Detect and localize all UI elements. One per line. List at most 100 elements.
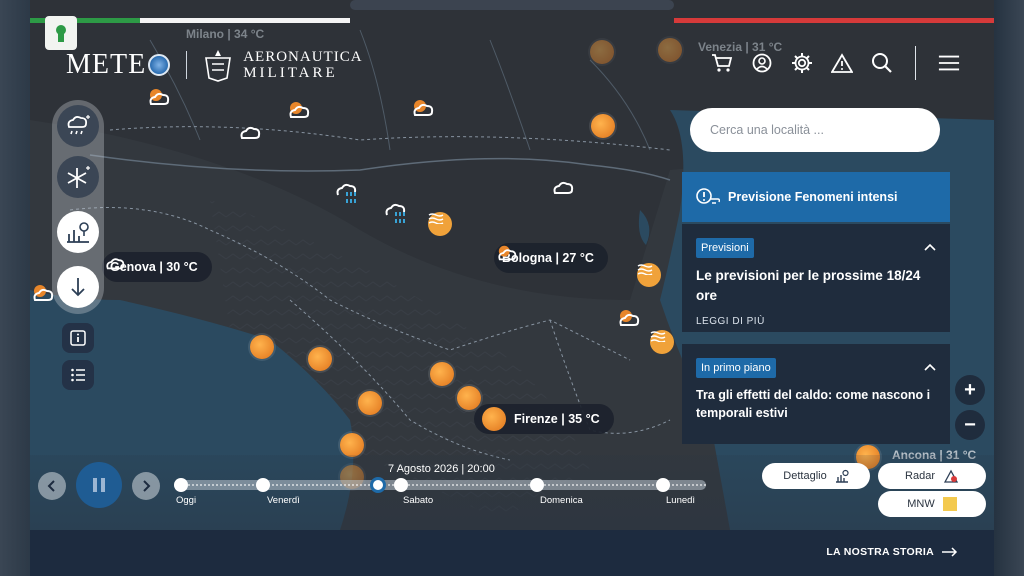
radar-button[interactable]: Radar [878, 463, 986, 489]
map-chart-icon [67, 222, 89, 243]
download-button[interactable] [57, 266, 99, 308]
logo-aeronautica: AERONAUTICA MILITARE [243, 49, 362, 81]
forecast-card[interactable]: Previsioni Le previsioni per le prossime… [682, 224, 950, 332]
timeline-day-marker[interactable] [256, 478, 270, 492]
emblem-icon [205, 50, 232, 82]
panel-title: Previsione Fenomeni intensi [728, 190, 898, 204]
city-label-bologna[interactable]: Bologna | 27 °C [494, 243, 608, 273]
featured-card[interactable]: In primo piano Tra gli effetti del caldo… [682, 344, 950, 444]
mnw-label: MNW [907, 498, 935, 510]
search-input[interactable]: Cerca una località ... [690, 108, 940, 152]
detail-button[interactable]: Dettaglio [762, 463, 870, 489]
mnw-swatch [942, 497, 957, 511]
logo-meteo-text: METE [66, 49, 147, 80]
timeline-day-marker[interactable] [174, 478, 188, 492]
logo-am-line1: AERONAUTICA [243, 49, 363, 65]
cloud-icon [106, 258, 125, 270]
partly-cloudy-icon[interactable] [616, 307, 642, 329]
user-icon[interactable] [751, 52, 773, 74]
header-divider [915, 46, 916, 80]
list-icon [71, 368, 85, 382]
play-pause-button[interactable] [76, 462, 122, 508]
haze-marker[interactable] [650, 330, 674, 354]
info-icon [70, 330, 86, 346]
timeline-handle[interactable] [370, 477, 386, 493]
city-name: Firenze | 35 °C [514, 412, 600, 426]
cloud-icon[interactable] [237, 120, 263, 142]
sun-marker[interactable] [358, 391, 382, 415]
read-more-link[interactable]: LEGGI DI PIÙ [696, 316, 936, 327]
sun-marker[interactable] [250, 335, 274, 359]
pause-icon [93, 478, 105, 492]
site-logo[interactable]: METE AERONAUTICA MILITARE [66, 48, 363, 82]
detail-label: Dettaglio [783, 470, 827, 482]
cart-icon[interactable] [711, 52, 733, 74]
sun-marker[interactable] [590, 40, 614, 64]
search-icon[interactable] [871, 52, 893, 74]
timeline-day-marker[interactable] [656, 478, 670, 492]
chevron-up-icon[interactable] [924, 242, 936, 254]
our-story-link[interactable]: LA NOSTRA STORIA [826, 546, 958, 558]
sun-marker[interactable] [430, 362, 454, 386]
radar-label: Radar [905, 470, 935, 482]
zoom-in-button[interactable]: + [955, 375, 985, 405]
timeline-next-button[interactable] [132, 472, 160, 500]
city-label-firenze[interactable]: Firenze | 35 °C [474, 404, 614, 434]
footer-link-label: LA NOSTRA STORIA [826, 546, 934, 558]
globe-icon [148, 54, 171, 76]
intense-phenomena-header[interactable]: Previsione Fenomeni intensi [682, 172, 950, 222]
rain-snow-icon [67, 115, 90, 135]
sun-marker[interactable] [658, 38, 682, 62]
partly-cloudy-icon[interactable] [410, 97, 436, 119]
logo-meteo: METE [66, 49, 171, 81]
layer-stations-button[interactable] [57, 211, 99, 253]
timeline-day-label[interactable]: Oggi [176, 495, 196, 506]
card-title: Tra gli effetti del caldo: come nascono … [696, 388, 931, 420]
sun-marker[interactable] [340, 433, 364, 457]
info-button[interactable] [62, 323, 94, 353]
chevron-right-icon [143, 480, 151, 492]
rain-cloud-icon[interactable] [333, 180, 363, 206]
card-badge: Previsioni [696, 238, 754, 258]
rain-cloud-icon[interactable] [382, 200, 412, 226]
zoom-out-button[interactable]: − [955, 410, 985, 440]
haze-marker[interactable] [428, 212, 452, 236]
timeline-day-marker[interactable] [394, 478, 408, 492]
timeline-slider[interactable] [174, 477, 706, 493]
map-label-milano: Milano | 34 °C [186, 27, 265, 41]
menu-icon[interactable] [938, 52, 960, 74]
timeline-day-label[interactable]: Venerdì [267, 495, 300, 506]
timeline-day-label[interactable]: Domenica [540, 495, 583, 506]
radar-icon [943, 469, 959, 483]
chevron-up-icon[interactable] [924, 362, 936, 374]
legend-button[interactable] [62, 360, 94, 390]
cloud-icon[interactable] [550, 175, 576, 197]
warning-icon[interactable] [831, 52, 853, 74]
sun-marker[interactable] [308, 347, 332, 371]
partly-cloudy-icon[interactable] [146, 86, 172, 108]
layer-snow-button[interactable] [57, 156, 99, 198]
header-toolbar [711, 46, 960, 80]
haze-marker[interactable] [637, 263, 661, 287]
arrow-down-icon [71, 278, 85, 297]
mnw-button[interactable]: MNW [878, 491, 986, 517]
timeline-day-marker[interactable] [530, 478, 544, 492]
accessibility-button[interactable] [45, 16, 77, 50]
layer-rain-button[interactable] [57, 105, 99, 147]
partly-cloudy-icon[interactable] [286, 99, 312, 121]
keyhole-icon [56, 25, 66, 42]
logo-am-line2: MILITARE [243, 65, 338, 81]
alert-wind-icon [696, 188, 720, 204]
sun-marker[interactable] [457, 386, 481, 410]
card-badge: In primo piano [696, 358, 776, 378]
timeline-day-label[interactable]: Sabato [403, 495, 433, 506]
gear-icon[interactable] [791, 52, 813, 74]
timeline-day-label[interactable]: Lunedì [666, 495, 695, 506]
page-footer: LA NOSTRA STORIA [30, 530, 994, 576]
city-label-genova[interactable]: Genova | 30 °C [102, 252, 212, 282]
partly-cloudy-icon [498, 245, 517, 261]
snowflake-icon [67, 166, 90, 188]
timeline-prev-button[interactable] [38, 472, 66, 500]
sun-marker[interactable] [591, 114, 615, 138]
map-chart-icon [835, 469, 849, 483]
